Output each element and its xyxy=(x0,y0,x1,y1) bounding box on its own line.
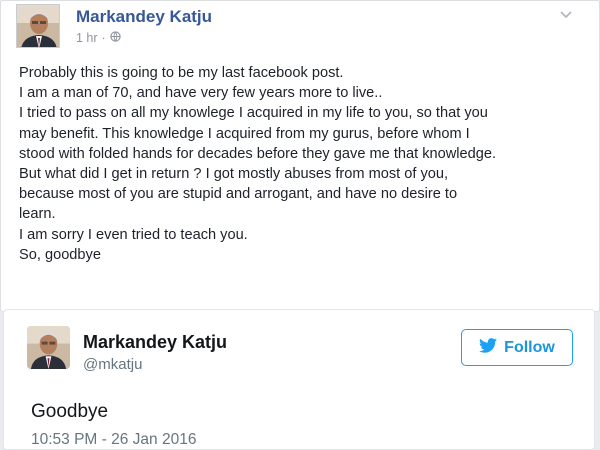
facebook-post: Markandey Katju 1 hr · Probably this is … xyxy=(0,0,600,312)
tweet-author-name[interactable]: Markandey Katju xyxy=(83,332,227,353)
fb-meta-separator: · xyxy=(101,31,106,45)
fb-post-body: Probably this is going to be my last fac… xyxy=(19,63,579,265)
tweet-card: Markandey Katju @mkatju Follow Goodbye 1… xyxy=(3,309,595,450)
fb-post-line: I am sorry I even tried to teach you. xyxy=(19,226,248,243)
fb-post-line: because most of you are stupid and arrog… xyxy=(19,186,458,203)
fb-post-line: may benefit. This knowledge I acquired f… xyxy=(19,125,470,142)
fb-post-line: I tried to pass on all my knowlege I acq… xyxy=(19,105,488,122)
tweet-text: Goodbye xyxy=(31,401,109,422)
globe-icon xyxy=(110,31,121,45)
fb-post-line: But what did I get in return ? I got mos… xyxy=(19,166,449,183)
fb-post-line: stood with folded hands for decades befo… xyxy=(19,145,497,162)
fb-author-avatar[interactable] xyxy=(16,4,60,48)
tweet-timestamp[interactable]: 10:53 PM - 26 Jan 2016 xyxy=(31,431,196,449)
tweet-author-handle[interactable]: @mkatju xyxy=(83,356,142,373)
fb-author-name[interactable]: Markandey Katju xyxy=(76,7,212,27)
tweet-author-avatar[interactable] xyxy=(27,326,70,369)
chevron-down-icon[interactable] xyxy=(559,7,573,21)
fb-post-line: learn. xyxy=(19,206,56,223)
fb-post-time[interactable]: 1 hr xyxy=(76,31,98,45)
fb-post-line: So, goodbye xyxy=(19,246,101,263)
fb-post-meta: 1 hr · xyxy=(76,31,121,45)
fb-post-line: Probably this is going to be my last fac… xyxy=(19,65,344,81)
fb-post-line: I am a man of 70, and have very few year… xyxy=(19,85,383,102)
follow-button-label: Follow xyxy=(504,338,555,356)
follow-button[interactable]: Follow xyxy=(461,329,573,366)
twitter-bird-icon xyxy=(479,337,498,358)
